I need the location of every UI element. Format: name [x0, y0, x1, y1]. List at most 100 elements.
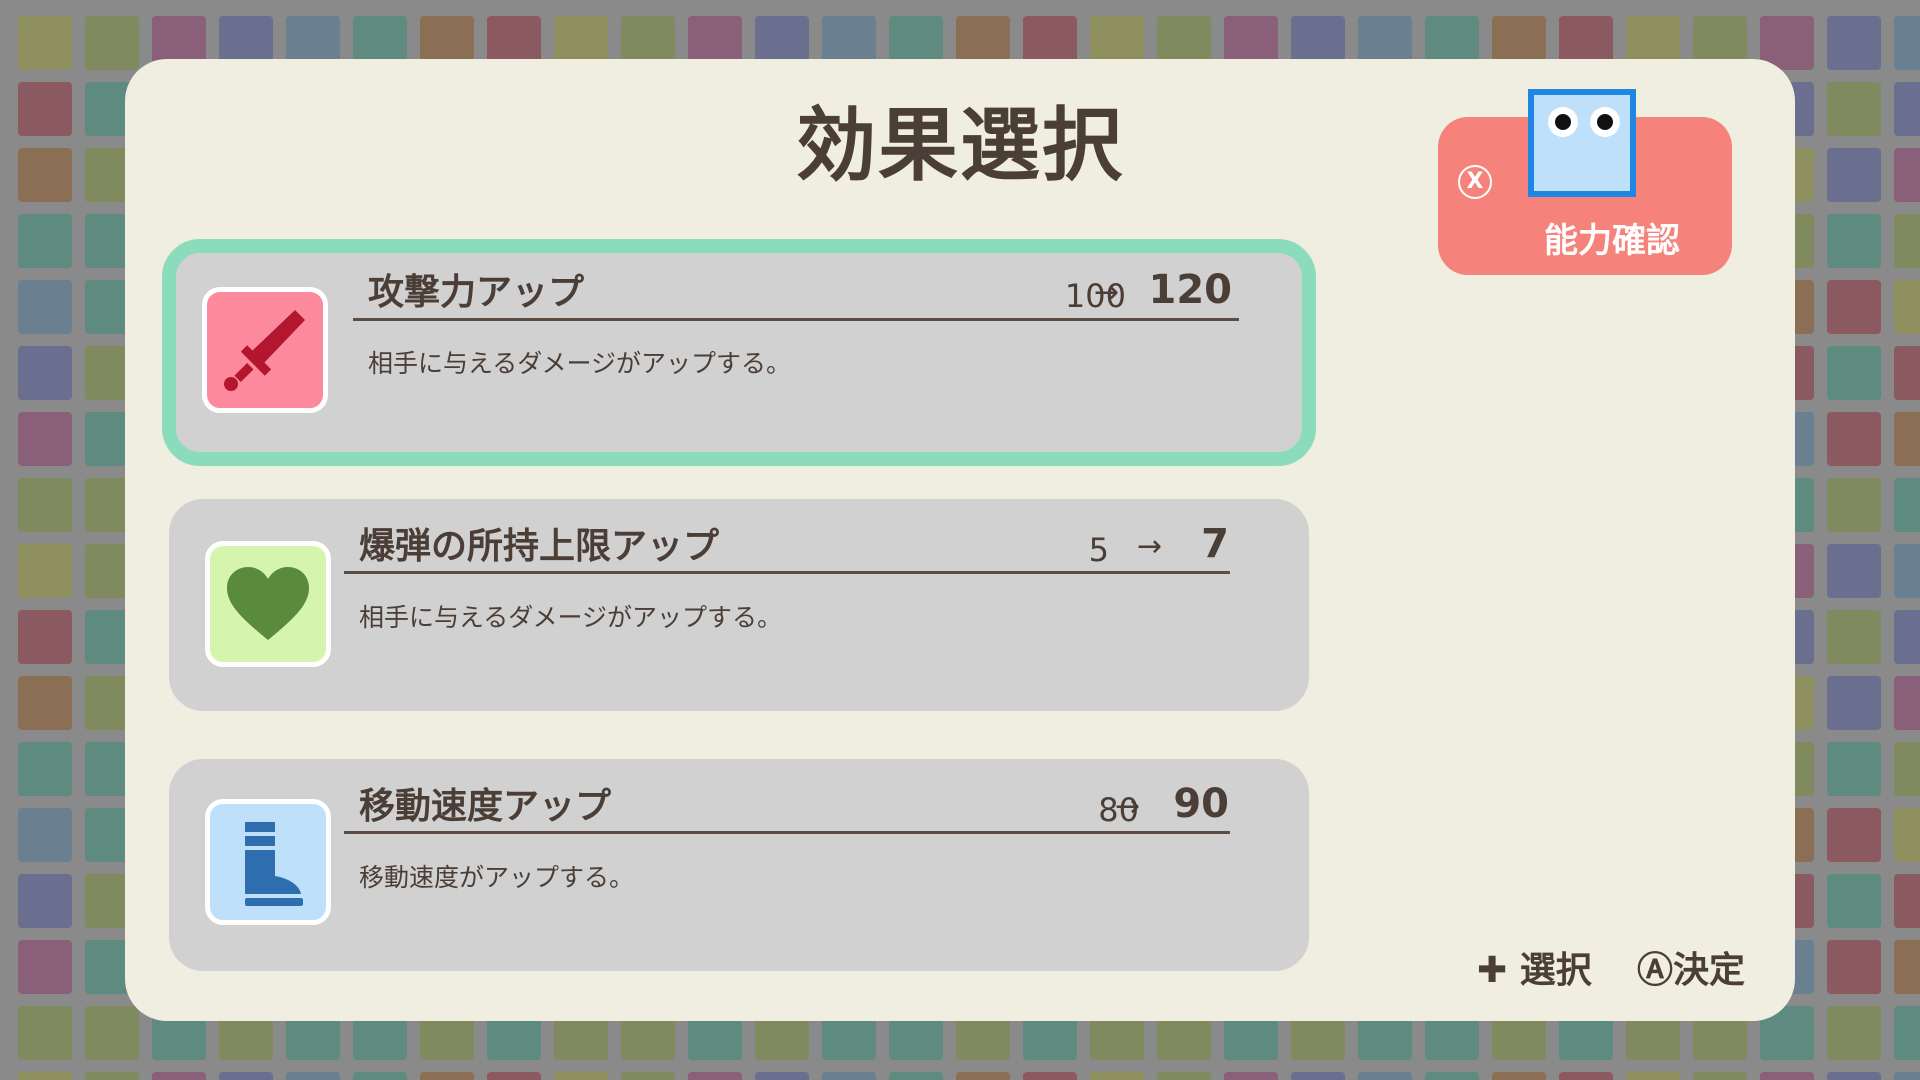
background-tile — [18, 1072, 72, 1080]
background-tile — [688, 1072, 742, 1080]
option-card-attack[interactable]: 攻撃力アップ 100 → 120 相手に与えるダメージがアップする。 — [162, 239, 1316, 466]
stat-old-value: 5 — [1088, 531, 1109, 569]
background-tile — [554, 1072, 608, 1080]
background-tile — [1894, 1006, 1920, 1060]
background-tile — [1894, 478, 1920, 532]
background-tile — [18, 82, 72, 136]
background-tile — [18, 478, 72, 532]
background-tile — [1827, 676, 1881, 730]
background-tile — [487, 1072, 541, 1080]
arrow-icon: → — [1137, 529, 1163, 564]
background-tile — [1090, 1072, 1144, 1080]
background-tile — [1894, 1072, 1920, 1080]
background-tile — [18, 214, 72, 268]
background-tile — [1760, 1072, 1814, 1080]
eye-icon — [1590, 107, 1620, 137]
background-tile — [1827, 544, 1881, 598]
background-tile — [956, 1072, 1010, 1080]
mascot-character — [1528, 89, 1636, 197]
background-tile — [18, 808, 72, 862]
background-tile — [152, 1072, 206, 1080]
background-tile — [1827, 1072, 1881, 1080]
divider — [353, 318, 1239, 321]
background-tile — [1894, 148, 1920, 202]
background-tile — [18, 874, 72, 928]
background-tile — [85, 1006, 139, 1060]
arrow-icon: → — [1115, 789, 1141, 824]
background-tile — [1894, 676, 1920, 730]
background-tile — [621, 1072, 675, 1080]
hint-confirm: Ⓐ決定 — [1637, 950, 1746, 991]
background-tile — [18, 412, 72, 466]
background-tile — [1023, 1072, 1077, 1080]
background-tile — [1894, 610, 1920, 664]
ability-check-label: 能力確認 — [1544, 221, 1680, 261]
background-tile — [1894, 544, 1920, 598]
background-tile — [1559, 1072, 1613, 1080]
background-tile — [822, 1072, 876, 1080]
option-card-move-speed[interactable]: 移動速度アップ 80 → 90 移動速度がアップする。 — [169, 759, 1309, 971]
background-tile — [18, 280, 72, 334]
eye-icon — [1548, 107, 1578, 137]
background-tile — [18, 544, 72, 598]
background-tile — [1157, 1072, 1211, 1080]
divider — [344, 831, 1230, 834]
background-tile — [1827, 874, 1881, 928]
option-description: 移動速度がアップする。 — [359, 863, 635, 892]
background-tile — [1894, 82, 1920, 136]
background-tile — [1693, 1072, 1747, 1080]
background-tile — [85, 16, 139, 70]
x-button-icon: X — [1458, 165, 1492, 199]
background-tile — [1827, 82, 1881, 136]
background-tile — [353, 1072, 407, 1080]
background-tile — [85, 1072, 139, 1080]
background-tile — [286, 1072, 340, 1080]
background-tile — [18, 676, 72, 730]
background-tile — [1827, 412, 1881, 466]
background-tile — [889, 1072, 943, 1080]
boot-icon — [205, 799, 331, 925]
background-tile — [1827, 940, 1881, 994]
divider — [344, 571, 1230, 574]
background-tile — [18, 742, 72, 796]
background-tile — [1492, 1072, 1546, 1080]
background-tile — [18, 148, 72, 202]
background-tile — [1827, 808, 1881, 862]
hint-select: ✚ 選択 — [1477, 950, 1592, 991]
stat-new-value: 7 — [1201, 521, 1229, 567]
background-tile — [1827, 16, 1881, 70]
background-tile — [219, 1072, 273, 1080]
background-tile — [1827, 280, 1881, 334]
stat-new-value: 90 — [1173, 781, 1229, 827]
background-tile — [755, 1072, 809, 1080]
background-tile — [1827, 742, 1881, 796]
background-tile — [1291, 1072, 1345, 1080]
background-tile — [1425, 1072, 1479, 1080]
background-tile — [1894, 940, 1920, 994]
background-tile — [1894, 874, 1920, 928]
background-tile — [1894, 214, 1920, 268]
background-tile — [1827, 478, 1881, 532]
background-tile — [1358, 1072, 1412, 1080]
background-tile — [1894, 412, 1920, 466]
background-tile — [18, 610, 72, 664]
background-tile — [1894, 280, 1920, 334]
background-tile — [1827, 148, 1881, 202]
background-tile — [1626, 1072, 1680, 1080]
background-tile — [18, 1006, 72, 1060]
background-tile — [18, 346, 72, 400]
option-card-bomb-limit[interactable]: 爆弾の所持上限アップ 5 → 7 相手に与えるダメージがアップする。 — [169, 499, 1309, 711]
effect-select-panel: 効果選択 攻撃力アップ 100 → 120 相手に与えるダメージがアップする。 — [125, 59, 1795, 1021]
background-tile — [1894, 346, 1920, 400]
option-name: 移動速度アップ — [359, 786, 612, 827]
heart-icon — [205, 541, 331, 667]
background-tile — [1827, 346, 1881, 400]
option-name: 攻撃力アップ — [368, 272, 585, 313]
background-tile — [420, 1072, 474, 1080]
background-tile — [1224, 1072, 1278, 1080]
stat-new-value: 120 — [1148, 267, 1233, 313]
background-tile — [1894, 742, 1920, 796]
option-name: 爆弾の所持上限アップ — [359, 526, 720, 567]
background-tile — [1894, 808, 1920, 862]
background-tile — [1827, 610, 1881, 664]
